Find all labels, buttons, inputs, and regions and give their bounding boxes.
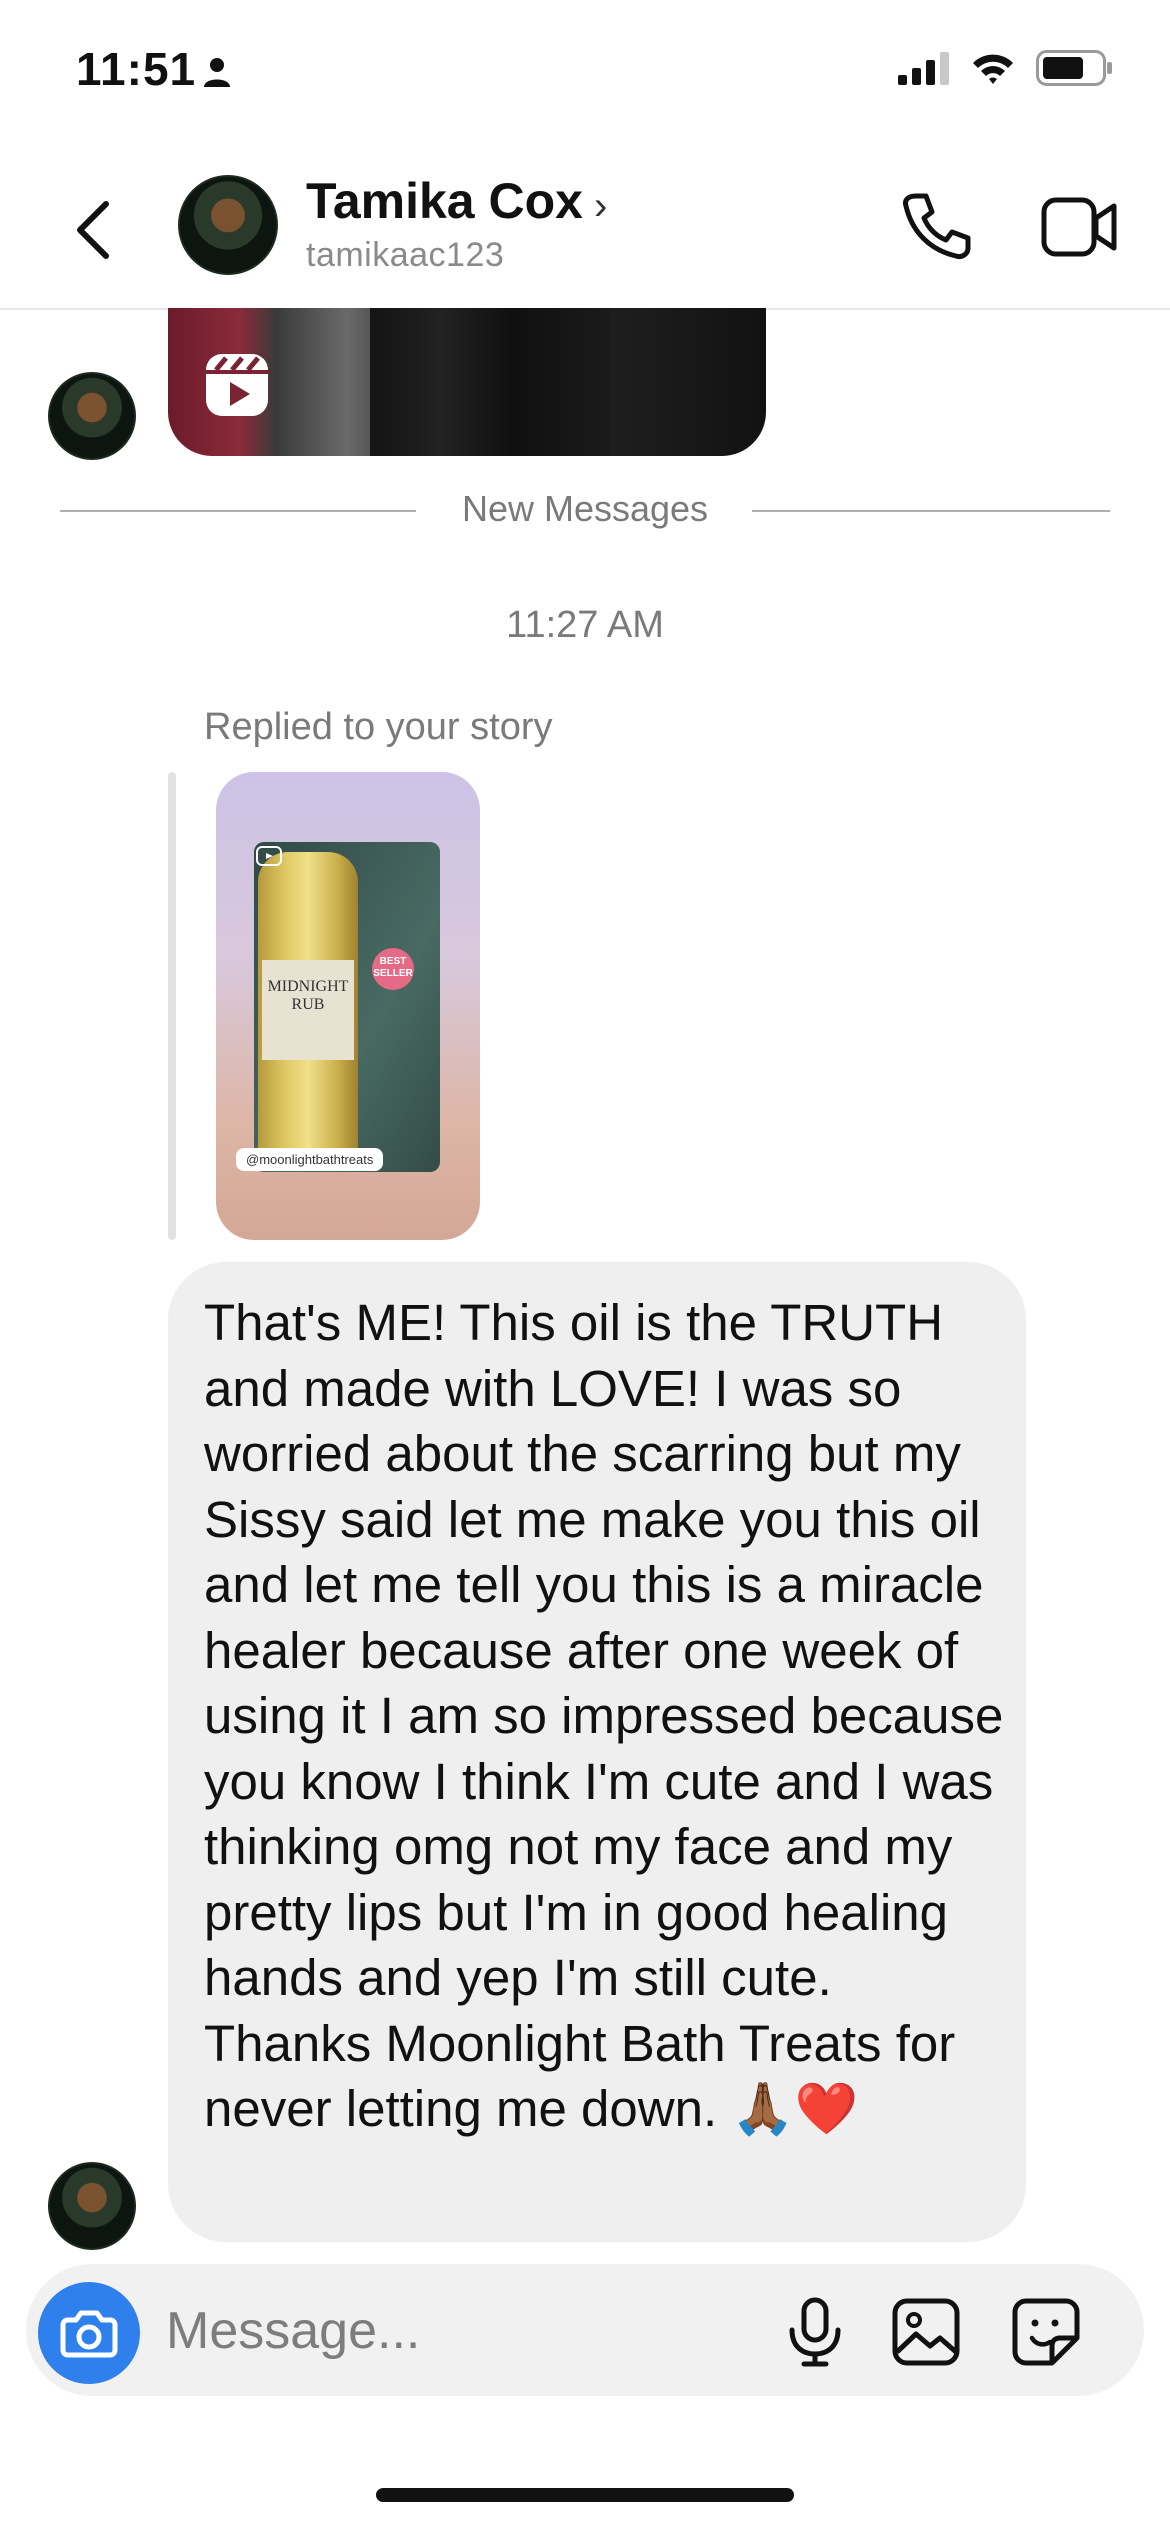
conversation-header <box>0 160 1170 310</box>
reply-indicator-bar <box>168 772 176 1240</box>
message-text-block: That's ME! This oil is the TRUTH and mad… <box>204 1290 1004 2142</box>
message-text: That's ME! This oil is the TRUTH and mad… <box>204 1294 1004 2137</box>
wifi-icon <box>973 54 1013 84</box>
gallery-icon[interactable] <box>890 2296 962 2368</box>
bottle-label-line1: MIDNIGHT <box>267 978 349 995</box>
person-icon <box>204 58 230 87</box>
bottle-label: MIDNIGHT RUB <box>262 960 354 1060</box>
phone-icon[interactable] <box>896 186 976 266</box>
sender-avatar[interactable] <box>48 2162 136 2250</box>
back-chevron-icon[interactable] <box>62 190 122 270</box>
best-seller-badge: BEST SELLER <box>372 948 414 990</box>
status-time: 11:51 <box>76 43 197 95</box>
new-messages-divider: New Messages <box>461 488 709 529</box>
camera-icon <box>60 2310 118 2358</box>
chevron-right-icon[interactable]: › <box>594 184 607 229</box>
message-emoji: 🙏🏾❤️ <box>731 2080 859 2137</box>
signal-icon <box>898 52 949 85</box>
battery-icon <box>1036 50 1112 86</box>
reel-icon[interactable] <box>202 350 272 420</box>
avatar[interactable] <box>178 175 278 275</box>
microphone-icon[interactable] <box>780 2296 850 2368</box>
replied-to-story-label: Replied to your story <box>204 706 553 748</box>
message-input[interactable] <box>166 2296 726 2366</box>
bottle-label-line2: RUB <box>291 996 325 1013</box>
contact-name[interactable]: Tamika Cox <box>306 172 583 230</box>
video-camera-icon[interactable] <box>1040 190 1120 264</box>
sticker-icon[interactable] <box>1010 2296 1082 2368</box>
sender-avatar[interactable] <box>48 372 136 460</box>
camera-button[interactable] <box>38 2282 140 2384</box>
status-icons <box>898 50 1114 86</box>
reel-thumbnail <box>370 308 610 456</box>
story-mention-tag: @moonlightbathtreats <box>236 1148 384 1171</box>
home-indicator[interactable] <box>376 2488 794 2502</box>
contact-handle: tamikaac123 <box>306 236 505 274</box>
reel-icon <box>256 846 282 866</box>
message-timestamp: 11:27 AM <box>506 604 664 646</box>
